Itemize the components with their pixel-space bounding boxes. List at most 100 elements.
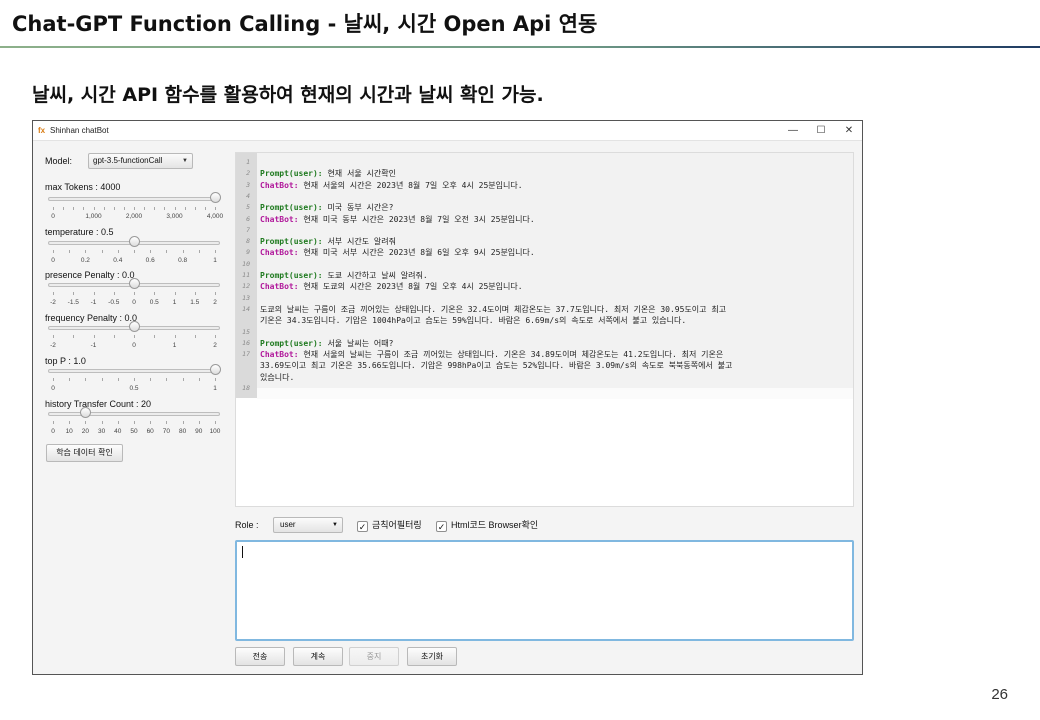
tick-mark [166, 250, 168, 253]
chatbot-tag: ChatBot: [260, 282, 299, 292]
top-p-slider[interactable] [48, 364, 221, 378]
line-number: 14 [242, 304, 250, 313]
continue-button[interactable]: 계속 [293, 647, 343, 666]
tick-mark [85, 421, 87, 424]
line-number: 4 [246, 191, 250, 200]
line-number: 7 [246, 225, 250, 234]
slider-thumb[interactable] [210, 192, 221, 203]
tick-mark [198, 421, 200, 424]
tick-mark [154, 335, 156, 338]
tick-mark [93, 207, 95, 210]
tick-mark [215, 378, 216, 381]
role-select[interactable]: user ▼ [273, 517, 343, 533]
tick-mark [164, 207, 166, 210]
app-window: fx Shinhan chatBot — ☐ ✕ Model: gpt-3.5-… [32, 120, 863, 675]
slider-thumb[interactable] [129, 321, 140, 332]
chat-line: 7 [236, 225, 853, 236]
tick-mark [73, 292, 75, 295]
tick-label: 1,000 [85, 213, 102, 220]
minimize-button[interactable]: — [779, 122, 807, 140]
prompt-tag: Prompt(user): [260, 169, 323, 179]
slider-thumb[interactable] [210, 364, 221, 375]
tick-mark [215, 250, 216, 253]
tick-mark [134, 378, 135, 381]
tick-mark [150, 421, 152, 424]
send-button[interactable]: 전송 [235, 647, 285, 666]
presence-penalty-slider[interactable] [48, 278, 220, 292]
chat-line: 8 Prompt(user): 서부 시간도 알려줘 [236, 236, 853, 247]
line-text: ChatBot: 현재 미국 서부 시간은 2023년 8월 6일 오후 9시 … [260, 248, 535, 258]
message-input[interactable] [235, 540, 854, 641]
max-tokens-slider[interactable] [48, 192, 221, 206]
slider-thumb[interactable] [129, 278, 140, 289]
slider-thumb[interactable] [129, 236, 140, 247]
tick-label: 2,000 [125, 213, 143, 220]
line-number: 2 [246, 169, 250, 178]
line-number: 18 [242, 384, 250, 392]
tick-label: -1 [90, 299, 97, 306]
chat-line: 16 Prompt(user): 서울 날씨는 어때? [236, 338, 853, 349]
tick-label: 0.8 [178, 257, 188, 264]
tick-mark [154, 207, 156, 210]
tick-mark [53, 421, 54, 424]
stop-button[interactable]: 중지 [349, 647, 399, 666]
tick-label: 30 [97, 428, 106, 435]
chat-output[interactable]: 1 2 Prompt(user): 현재 서울 시간확인 3 ChatBot: 현재 서… [235, 152, 854, 507]
tick-mark [174, 292, 176, 295]
tick-mark [63, 207, 65, 210]
training-data-button[interactable]: 학습 데이터 확인 [46, 444, 123, 462]
title-divider [0, 46, 1040, 48]
tick-mark [103, 207, 105, 210]
tick-mark [150, 378, 152, 381]
tick-label: 1 [213, 385, 217, 392]
reset-button[interactable]: 초기화 [407, 647, 457, 666]
line-text: ChatBot: 현재 도쿄의 시간은 2023년 8월 7일 오후 4시 25… [260, 282, 523, 292]
tick-mark [53, 207, 54, 210]
slider-thumb[interactable] [80, 407, 92, 418]
tick-label: 0.6 [145, 257, 155, 264]
tick-mark [53, 335, 54, 338]
line-text: 있습니다. [260, 372, 295, 382]
tick-mark [69, 421, 71, 424]
chat-line: 18 [236, 383, 853, 394]
model-label: Model: [45, 156, 73, 166]
tick-label: 4,000 [206, 213, 224, 220]
line-number: 12 [242, 282, 250, 291]
tick-mark [93, 335, 95, 338]
tick-label: -2 [50, 299, 56, 306]
tick-label: 0 [51, 257, 55, 264]
tick-mark [174, 335, 176, 338]
line-text: Prompt(user): 서울 날씨는 어때? [260, 338, 394, 348]
tick-mark [123, 207, 125, 210]
tick-label: 0.5 [129, 385, 139, 392]
tick-mark [101, 250, 103, 253]
tick-mark [182, 250, 184, 253]
chat-line: 기온은 34.3도입니다. 기압은 1004hPa이고 습도는 59%입니다. … [236, 315, 853, 326]
prompt-tag: Prompt(user): [260, 203, 323, 213]
history-count-slider[interactable] [48, 407, 220, 421]
line-number: 1 [246, 158, 250, 166]
tick-mark [53, 378, 54, 381]
maximize-button[interactable]: ☐ [807, 122, 835, 140]
temperature-slider[interactable] [48, 236, 220, 250]
tick-label: 0 [132, 342, 136, 349]
tick-mark [69, 250, 71, 253]
line-text: 기온은 34.3도입니다. 기압은 1004hPa이고 습도는 59%입니다. … [260, 316, 687, 326]
tick-label: 1 [172, 342, 177, 349]
tick-label: 100 [209, 428, 221, 435]
tick-mark [69, 378, 71, 381]
tick-mark [53, 292, 54, 295]
frequency-penalty-slider[interactable] [48, 321, 220, 335]
model-select[interactable]: gpt-3.5-functionCall ▼ [88, 153, 193, 169]
chat-line: 5 Prompt(user): 미국 동부 시간은? [236, 202, 853, 213]
line-text: Prompt(user): 현재 서울 시간확인 [260, 169, 396, 179]
tick-label: 10 [65, 428, 73, 435]
tick-mark [194, 207, 196, 210]
tick-mark [113, 335, 115, 338]
close-button[interactable]: ✕ [835, 122, 862, 140]
profanity-filter-checkbox[interactable]: ✓ 금칙어필터링 [357, 518, 422, 532]
line-number: 3 [246, 180, 250, 189]
tick-mark [113, 207, 115, 210]
tick-label: 1.5 [190, 299, 200, 306]
html-browser-checkbox[interactable]: ✓ Html코드 Browser확인 [436, 518, 538, 532]
